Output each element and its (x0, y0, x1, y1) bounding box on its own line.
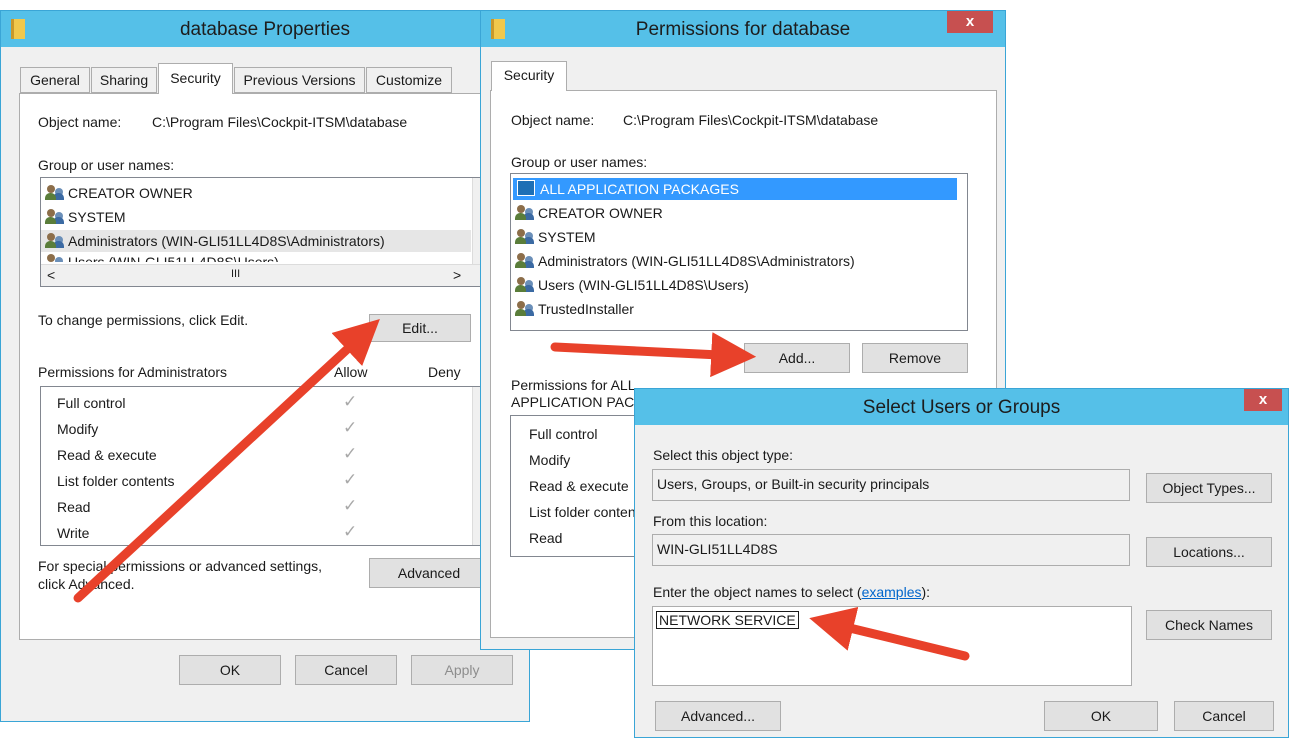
object-name-entry: NETWORK SERVICE (656, 611, 799, 629)
titlebar[interactable]: Permissions for database x (481, 11, 1005, 47)
close-icon[interactable]: x (947, 11, 993, 33)
users-group-icon (45, 208, 65, 224)
window-title: Permissions for database (635, 19, 851, 40)
deny-header: Deny (428, 364, 461, 380)
package-icon (517, 180, 535, 196)
enter-names-label: Enter the object names to select (exampl… (653, 584, 931, 600)
permissions-header: Permissions for ALL (511, 377, 636, 393)
list-item[interactable]: ALL APPLICATION PACKAGES (513, 178, 957, 200)
cancel-button[interactable]: Cancel (1174, 701, 1274, 731)
users-group-icon (45, 232, 65, 248)
group-names-label: Group or user names: (38, 157, 175, 173)
list-item[interactable]: CREATOR OWNER (45, 182, 193, 204)
ok-button[interactable]: OK (1044, 701, 1158, 731)
object-name-value: C:\Program Files\Cockpit-ITSM\database (152, 114, 408, 130)
object-name-value: C:\Program Files\Cockpit-ITSM\database (623, 112, 879, 128)
permission-name: Read (57, 499, 91, 515)
scroll-left-icon[interactable]: < (47, 267, 55, 283)
permission-name: List folder contents (57, 473, 175, 489)
object-name-label: Object name: (511, 112, 595, 128)
checkmark-icon: ✓ (343, 444, 358, 463)
list-item[interactable]: Users (WIN-GLI51LL4D8S\Users) (515, 274, 749, 296)
users-group-icon (515, 276, 535, 292)
check-names-button[interactable]: Check Names (1146, 610, 1272, 640)
list-item[interactable]: CREATOR OWNER (515, 202, 663, 224)
close-icon[interactable]: x (1244, 389, 1282, 411)
permission-name: Modify (529, 452, 571, 468)
titlebar[interactable]: Select Users or Groups x (635, 389, 1288, 425)
tab-security[interactable]: Security (491, 61, 567, 91)
object-type-field: Users, Groups, or Built-in security prin… (652, 469, 1130, 501)
tab-security[interactable]: Security (158, 63, 233, 94)
object-names-input[interactable]: NETWORK SERVICE (652, 606, 1132, 686)
permission-name: Full control (529, 426, 598, 442)
location-field: WIN-GLI51LL4D8S (652, 534, 1130, 566)
object-type-label: Select this object type: (653, 447, 794, 463)
list-item[interactable]: SYSTEM (45, 206, 126, 228)
location-label: From this location: (653, 513, 768, 529)
permission-name: Read & execute (529, 478, 629, 494)
select-users-window: Select Users or Groups x Select this obj… (634, 388, 1289, 738)
users-group-icon (515, 204, 535, 220)
list-item[interactable]: Administrators (WIN-GLI51LL4D8S\Administ… (515, 250, 855, 272)
add-button[interactable]: Add... (744, 343, 850, 373)
permission-name: Modify (57, 421, 99, 437)
tab-general[interactable]: General (20, 67, 90, 93)
window-title: database Properties (179, 19, 351, 40)
locations-button[interactable]: Locations... (1146, 537, 1272, 567)
window-title: Select Users or Groups (862, 397, 1061, 418)
tab-customize[interactable]: Customize (366, 67, 452, 93)
advanced-button[interactable]: Advanced... (655, 701, 781, 731)
allow-header: Allow (334, 364, 368, 380)
users-group-icon (515, 228, 535, 244)
permissions-header: Permissions for Administrators (38, 364, 228, 380)
group-names-label: Group or user names: (511, 154, 648, 170)
examples-link[interactable]: examples (862, 584, 922, 600)
list-item[interactable]: SYSTEM (515, 226, 596, 248)
list-item[interactable]: Users (WIN-GLI51LL4D8S\Users) (45, 252, 279, 262)
permission-name: List folder contents (529, 504, 647, 520)
remove-button[interactable]: Remove (862, 343, 968, 373)
tab-sharing[interactable]: Sharing (91, 67, 157, 93)
permission-name: Write (57, 525, 90, 541)
list-item[interactable]: TrustedInstaller (515, 298, 634, 320)
users-group-icon (45, 184, 65, 200)
edit-button[interactable]: Edit... (369, 314, 471, 342)
special-permissions-text: click Advanced. (38, 576, 135, 592)
cancel-button[interactable]: Cancel (295, 655, 397, 685)
object-name-label: Object name: (38, 114, 122, 130)
tab-previous-versions[interactable]: Previous Versions (234, 67, 365, 93)
security-panel: Object name: C:\Program Files\Cockpit-IT… (19, 93, 531, 640)
users-group-icon (45, 253, 65, 262)
object-types-button[interactable]: Object Types... (1146, 473, 1272, 503)
horizontal-scrollbar[interactable]: < III > (41, 264, 489, 286)
titlebar[interactable]: database Properties (1, 11, 529, 47)
users-listbox[interactable]: ALL APPLICATION PACKAGES CREATOR OWNER S… (510, 173, 968, 331)
permissions-list: Full control Modify Read & execute List … (40, 386, 490, 546)
special-permissions-text: For special permissions or advanced sett… (38, 558, 323, 574)
database-properties-window: database Properties General Sharing Secu… (0, 10, 531, 722)
scroll-right-icon[interactable]: > (453, 267, 461, 283)
checkmark-icon: ✓ (343, 496, 358, 515)
checkmark-icon: ✓ (343, 470, 358, 489)
apply-button[interactable]: Apply (411, 655, 513, 685)
permission-name: Read (529, 530, 563, 546)
checkmark-icon: ✓ (343, 418, 358, 437)
permission-name: Full control (57, 395, 126, 411)
users-group-icon (515, 252, 535, 268)
users-group-icon (515, 300, 535, 316)
list-item[interactable]: Administrators (WIN-GLI51LL4D8S\Administ… (41, 230, 471, 252)
checkmark-icon: ✓ (343, 392, 358, 411)
change-permissions-text: To change permissions, click Edit. (38, 312, 249, 328)
advanced-button[interactable]: Advanced (369, 558, 489, 588)
checkmark-icon: ✓ (343, 522, 358, 541)
users-listbox[interactable]: CREATOR OWNER SYSTEM Administrators (WIN… (40, 177, 490, 287)
permission-name: Read & execute (57, 447, 157, 463)
ok-button[interactable]: OK (179, 655, 281, 685)
scroll-thumb[interactable]: III (231, 268, 240, 280)
